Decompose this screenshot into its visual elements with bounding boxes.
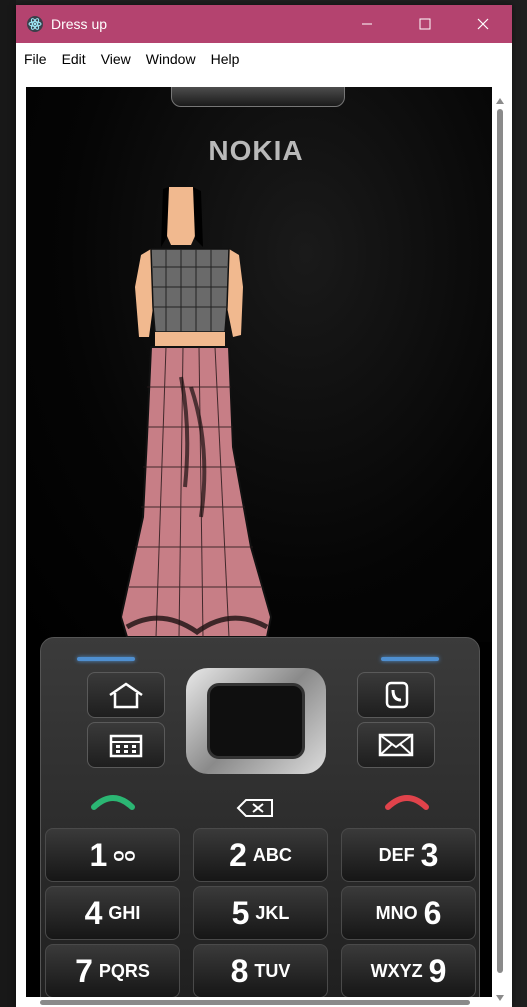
menu-bar: File Edit View Window Help <box>16 43 512 74</box>
close-button[interactable] <box>454 5 512 43</box>
end-call-red-icon <box>385 795 429 810</box>
menu-help[interactable]: Help <box>207 51 247 67</box>
phone-keypad: 1 ᴑᴑ 2 ABC DEF 3 4 GHI 5 JKL MNO 6 7 PQRS 8 TUV … <box>40 637 480 1005</box>
nav-keys <box>41 638 479 828</box>
close-icon <box>477 18 489 30</box>
horizontal-scrollbar[interactable] <box>26 997 492 1007</box>
home-icon <box>109 682 143 709</box>
menu-window[interactable]: Window <box>142 51 203 67</box>
phone-earpiece <box>171 87 345 107</box>
left-led <box>77 657 135 661</box>
phone-canvas[interactable]: NOKIA 1 ᴑᴑ 2 ABC DEF 3 4 GHI 5 JKL MNO 6… <box>26 87 492 1005</box>
vertical-scroll-thumb[interactable] <box>497 109 503 973</box>
key-6[interactable]: MNO 6 <box>341 886 476 940</box>
scroll-down-arrow-icon[interactable] <box>496 995 504 1001</box>
home-key[interactable] <box>87 672 165 718</box>
contacts-key[interactable] <box>357 672 435 718</box>
key-8[interactable]: 8 TUV <box>193 944 328 998</box>
background-activity-bar <box>0 0 16 1007</box>
key-4[interactable]: 4 GHI <box>45 886 180 940</box>
phone-brand-logo: NOKIA <box>208 135 304 166</box>
minimize-button[interactable] <box>338 5 396 43</box>
scroll-up-arrow-icon[interactable] <box>496 98 504 104</box>
call-key[interactable] <box>53 778 173 826</box>
phonebook-icon <box>385 681 409 709</box>
key-5[interactable]: 5 JKL <box>193 886 328 940</box>
menu-file[interactable]: File <box>20 51 54 67</box>
messages-key[interactable] <box>357 722 435 768</box>
select-key[interactable] <box>207 683 305 759</box>
maximize-button[interactable] <box>396 5 454 43</box>
key-7[interactable]: 7 PQRS <box>45 944 180 998</box>
horizontal-scroll-thumb[interactable] <box>40 1000 470 1005</box>
dress-up-doll[interactable] <box>121 187 291 642</box>
right-led <box>381 657 439 661</box>
call-green-icon <box>91 795 135 810</box>
vertical-scrollbar[interactable] <box>494 95 506 1003</box>
navigation-dpad[interactable] <box>186 668 326 774</box>
voicemail-icon: ᴑᴑ <box>113 844 136 865</box>
envelope-icon <box>378 733 414 757</box>
key-1[interactable]: 1 ᴑᴑ <box>45 828 180 882</box>
calendar-icon <box>109 734 143 758</box>
title-bar[interactable]: Dress up <box>16 5 512 43</box>
key-2[interactable]: 2 ABC <box>193 828 328 882</box>
calendar-key[interactable] <box>87 722 165 768</box>
maximize-icon <box>419 18 431 30</box>
backspace-icon <box>236 799 273 817</box>
end-call-key[interactable] <box>347 778 467 826</box>
phone-screen-area: NOKIA <box>26 87 492 642</box>
key-3[interactable]: DEF 3 <box>341 828 476 882</box>
app-window: Dress up File Edit View Window Help NOKI… <box>16 5 512 1007</box>
electron-app-icon <box>26 15 44 33</box>
clear-key[interactable] <box>186 788 326 828</box>
key-9[interactable]: WXYZ 9 <box>341 944 476 998</box>
menu-view[interactable]: View <box>97 51 138 67</box>
minimize-icon <box>362 23 372 25</box>
window-title: Dress up <box>51 16 108 32</box>
menu-edit[interactable]: Edit <box>58 51 93 67</box>
